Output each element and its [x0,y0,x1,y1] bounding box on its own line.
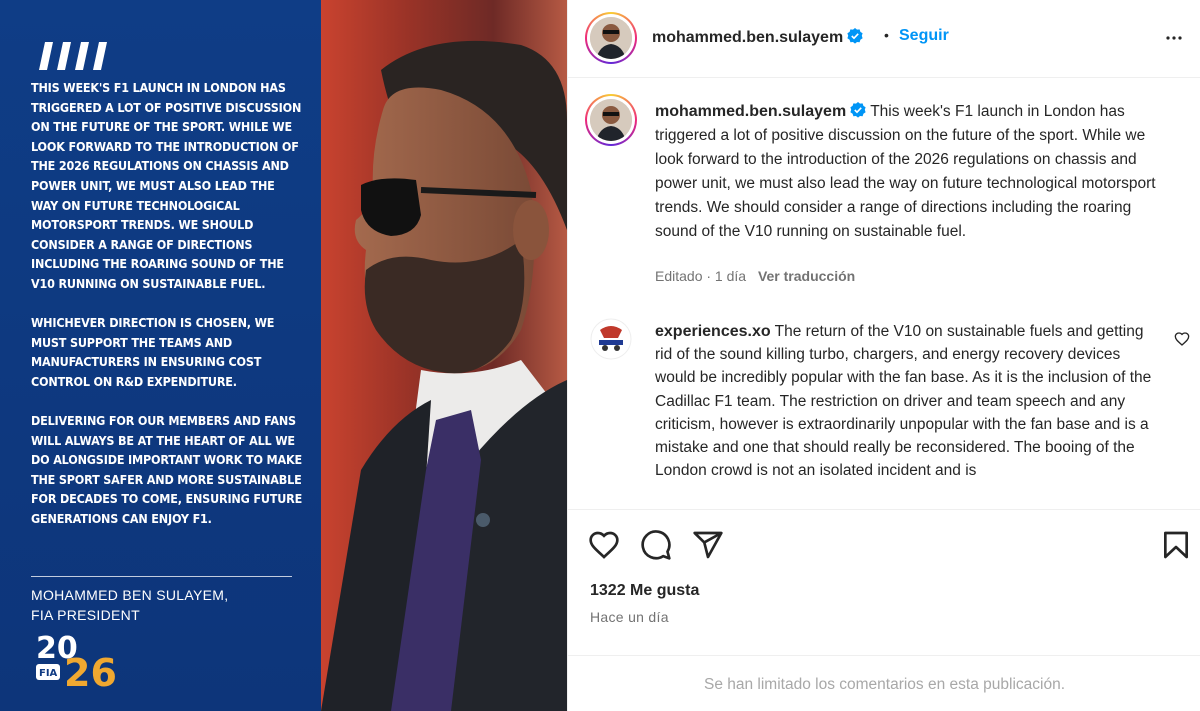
logo-year-bottom: 26 [64,651,117,690]
avatar-photo [590,99,632,141]
comment-item: experiences.xo The return of the V10 on … [655,320,1155,482]
comments-section: mohammed.ben.sulayem This week's F1 laun… [568,78,1200,508]
comments-limited-bar: Se han limitado los comentarios en esta … [568,655,1200,711]
likes-count[interactable]: 1322 Me gusta [590,582,699,600]
see-translation-link[interactable]: Ver traducción [758,268,855,284]
statement-text: This week's F1 launch in London has trig… [31,79,302,549]
post-header: mohammed.ben.sulayem • Seguir [568,0,1200,78]
statement-paragraph: Whichever direction is chosen, we must s… [31,316,275,389]
verified-icon [850,102,866,118]
caption-username[interactable]: mohammed.ben.sulayem [655,103,846,120]
caption-avatar[interactable] [585,94,637,146]
comment-icon[interactable] [640,529,672,561]
post-image: This week's F1 launch in London has trig… [0,0,567,711]
post-timestamp[interactable]: Hace un día [590,609,669,625]
comments-limited-text: Se han limitado los comentarios en esta … [703,676,1065,693]
portrait-illustration [321,0,567,711]
follow-button[interactable]: Seguir [899,27,949,45]
statement-panel: This week's F1 launch in London has trig… [0,0,321,711]
bookmark-icon[interactable] [1160,529,1192,561]
signature: MOHAMMED BEN SULAYEM, FIA PRESIDENT [31,585,228,625]
signature-divider [31,576,292,577]
avatar[interactable] [585,12,637,64]
header-username[interactable]: mohammed.ben.sulayem [652,29,843,46]
comment-like-heart-icon[interactable] [1174,331,1190,347]
caption-edited-time: Editado · 1 día [655,268,747,284]
verified-icon [847,28,863,44]
more-icon[interactable] [1162,26,1186,50]
header-username-row: mohammed.ben.sulayem [652,28,863,47]
comment-avatar[interactable] [590,318,632,360]
statement-paragraph: Delivering for our members and fans will… [31,414,303,527]
signature-name: MOHAMMED BEN SULAYEM, [31,587,229,603]
caption: mohammed.ben.sulayem This week's F1 laun… [655,100,1165,244]
comment-text: The return of the V10 on sustainable fue… [655,323,1152,480]
caption-meta: Editado · 1 día Ver traducción [655,268,855,284]
statement-paragraph: This week's F1 launch in London has trig… [31,81,302,291]
signature-role: FIA PRESIDENT [31,607,140,623]
caption-text: This week's F1 launch in London has trig… [655,103,1156,240]
post-details: mohammed.ben.sulayem • Seguir mohammed.b… [567,0,1200,711]
logo-fia: FIA [39,668,58,679]
portrait-photo [321,0,567,711]
slashes-icon [39,42,107,70]
comment-username[interactable]: experiences.xo [655,323,771,340]
avatar-photo [590,17,632,59]
separator-dot: • [884,27,889,43]
post-actions: 1322 Me gusta Hace un día Se han limitad… [568,509,1200,711]
fia-2026-logo: 20 FIA 26 [36,631,117,690]
heart-icon[interactable] [588,529,620,561]
share-icon[interactable] [692,529,724,561]
